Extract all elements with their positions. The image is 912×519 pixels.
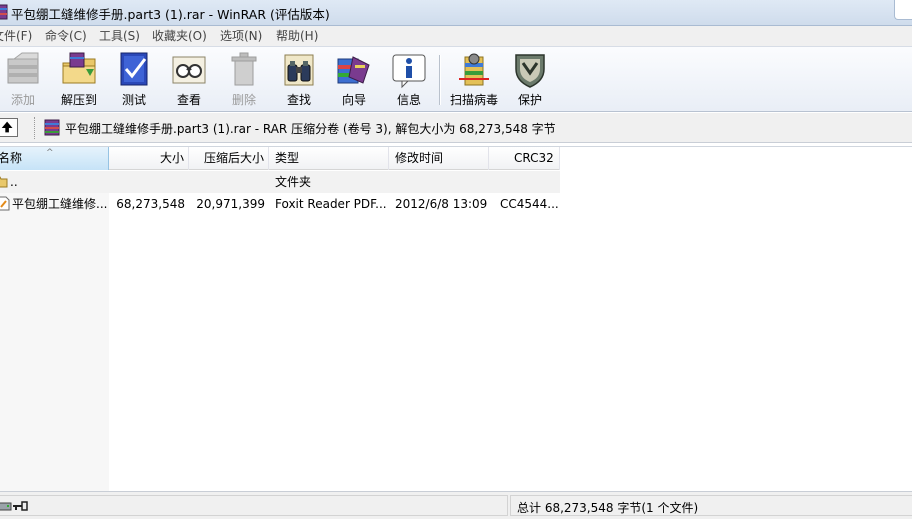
protect-label: 保护 xyxy=(517,93,542,107)
find-label: 查找 xyxy=(286,93,311,107)
wizard-icon xyxy=(337,56,370,84)
virus-scan-label: 扫描病毒 xyxy=(449,93,498,107)
key-icon[interactable] xyxy=(12,501,28,511)
info-label: 信息 xyxy=(396,93,421,107)
extract-folder-icon xyxy=(62,52,96,84)
add-label: 添加 xyxy=(10,93,35,107)
menu-options[interactable]: 选项(N) xyxy=(220,28,262,44)
column-header-type-label: 类型 xyxy=(275,151,300,165)
delete-trash-icon xyxy=(231,52,257,86)
status-summary: 总计 68,273,548 字节(1 个文件) xyxy=(517,501,699,515)
view-glasses-icon xyxy=(172,56,206,84)
column-header-type[interactable]: 类型 xyxy=(269,147,389,170)
delete-button[interactable]: 删除 xyxy=(217,51,271,109)
parent-folder-type: 文件夹 xyxy=(275,175,312,189)
menu-commands[interactable]: 命令(C) xyxy=(45,28,87,44)
column-header-name[interactable]: ^ 名称 xyxy=(0,147,109,170)
menu-favorites[interactable]: 收藏夹(O) xyxy=(152,28,207,44)
up-arrow-icon xyxy=(1,121,13,133)
file-name: 平包绷工缝维修... xyxy=(12,197,108,211)
protect-shield-icon xyxy=(515,54,545,88)
file-crc32: CC4544... xyxy=(500,197,559,211)
file-type: Foxit Reader PDF... xyxy=(275,197,387,211)
status-right-pane: 总计 68,273,548 字节(1 个文件) xyxy=(510,495,912,516)
test-label: 测试 xyxy=(121,93,146,107)
column-header-packed[interactable]: 压缩后大小 xyxy=(189,147,269,170)
toolbar-separator xyxy=(439,55,441,105)
info-icon xyxy=(392,54,426,89)
parent-folder-name: .. xyxy=(10,175,18,189)
add-archive-icon xyxy=(7,52,39,84)
virus-scan-button[interactable]: 扫描病毒 xyxy=(447,51,501,109)
column-header-size-label: 大小 xyxy=(159,151,184,165)
address-divider xyxy=(34,117,38,139)
column-header-crc32[interactable]: CRC32 xyxy=(489,147,560,170)
wizard-label: 向导 xyxy=(341,93,366,107)
menu-bar: 文件(F) 命令(C) 工具(S) 收藏夹(O) 选项(N) 帮助(H) xyxy=(0,26,912,46)
test-archive-icon xyxy=(120,52,148,86)
status-bar: 总计 68,273,548 字节(1 个文件) xyxy=(0,491,912,519)
toolbar: 添加 解压到 测试 查看 删除 查找 向导 信息 扫描病毒 保护 xyxy=(0,46,912,112)
list-header: ^ 名称 大小 压缩后大小 类型 修改时间 CRC32 xyxy=(0,147,560,170)
address-bar: 平包绷工缝维修手册.part3 (1).rar - RAR 压缩分卷 (卷号 3… xyxy=(0,113,912,143)
file-list[interactable]: ^ 名称 大小 压缩后大小 类型 修改时间 CRC32 .. 文件夹 平包绷工缝… xyxy=(0,146,912,491)
virus-scan-icon xyxy=(459,53,489,86)
test-button[interactable]: 测试 xyxy=(107,51,161,109)
delete-label: 删除 xyxy=(231,93,256,107)
file-size: 68,273,548 xyxy=(116,197,185,211)
window-close-button[interactable] xyxy=(894,0,912,20)
add-button[interactable]: 添加 xyxy=(0,51,50,109)
find-binoculars-icon xyxy=(284,54,314,86)
wizard-button[interactable]: 向导 xyxy=(327,51,381,109)
window-title: 平包绷工缝维修手册.part3 (1).rar - WinRAR (评估版本) xyxy=(11,7,330,22)
winrar-app-icon xyxy=(0,4,8,20)
table-row-parent-folder[interactable]: .. 文件夹 xyxy=(0,171,560,193)
status-left-pane xyxy=(0,495,508,516)
archive-path[interactable]: 平包绷工缝维修手册.part3 (1).rar - RAR 压缩分卷 (卷号 3… xyxy=(65,120,556,137)
name-column-background xyxy=(0,171,109,491)
column-header-size[interactable]: 大小 xyxy=(109,147,189,170)
column-header-modified-label: 修改时间 xyxy=(395,151,444,165)
drive-icon xyxy=(0,502,12,511)
find-button[interactable]: 查找 xyxy=(272,51,326,109)
column-header-packed-label: 压缩后大小 xyxy=(203,151,264,165)
protect-button[interactable]: 保护 xyxy=(503,51,557,109)
menu-tools[interactable]: 工具(S) xyxy=(99,28,140,44)
rar-archive-icon xyxy=(44,119,60,136)
column-header-name-label: 名称 xyxy=(0,151,23,165)
column-header-modified[interactable]: 修改时间 xyxy=(389,147,489,170)
view-label: 查看 xyxy=(176,93,201,107)
info-button[interactable]: 信息 xyxy=(382,51,436,109)
table-row[interactable]: 平包绷工缝维修... 68,273,548 20,971,399 Foxit R… xyxy=(0,193,560,215)
file-packed-size: 20,971,399 xyxy=(196,197,265,211)
file-modified: 2012/6/8 13:09 xyxy=(395,197,488,211)
view-button[interactable]: 查看 xyxy=(162,51,216,109)
column-header-crc32-label: CRC32 xyxy=(514,151,554,165)
extract-to-label: 解压到 xyxy=(60,93,97,107)
sort-ascending-icon: ^ xyxy=(46,148,54,158)
title-bar[interactable]: 平包绷工缝维修手册.part3 (1).rar - WinRAR (评估版本) xyxy=(0,0,912,26)
menu-file[interactable]: 文件(F) xyxy=(0,28,32,44)
winrar-window: 平包绷工缝维修手册.part3 (1).rar - WinRAR (评估版本) … xyxy=(0,0,912,519)
menu-help[interactable]: 帮助(H) xyxy=(276,28,318,44)
up-folder-button[interactable] xyxy=(0,118,18,137)
extract-to-button[interactable]: 解压到 xyxy=(52,51,106,109)
